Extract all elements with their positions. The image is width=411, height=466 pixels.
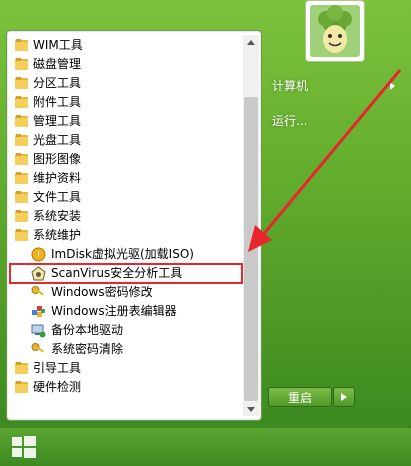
folder-icon <box>15 58 28 70</box>
key-icon <box>31 285 46 300</box>
folder-icon <box>15 381 28 393</box>
imdisk-icon: ! <box>31 247 46 262</box>
folder-icon <box>15 153 28 165</box>
windows-logo-icon <box>12 436 36 458</box>
folder-label: 附件工具 <box>33 95 82 109</box>
scroll-thumb[interactable] <box>244 97 258 401</box>
programs-list: WIM工具 磁盘管理 分区工具 附件工具 管理工具 光盘工具 图形图像 维护资料… <box>6 30 262 421</box>
svg-text:!: ! <box>37 251 41 261</box>
folder-icon <box>15 77 28 89</box>
submenu-arrow-icon <box>390 82 395 90</box>
folder-icon <box>15 210 28 222</box>
folder-label: 文件工具 <box>33 190 82 204</box>
folder-icon <box>15 115 28 127</box>
program-label: 系统密码清除 <box>51 342 124 356</box>
computer-menu-item[interactable]: 计算机 <box>272 77 308 94</box>
folder-label: 图形图像 <box>33 152 82 166</box>
restart-button[interactable]: 重启 <box>268 387 332 407</box>
scroll-down-button[interactable] <box>243 402 259 416</box>
folder-label: WIM工具 <box>33 38 83 52</box>
run-menu-item[interactable]: 运行... <box>272 112 307 129</box>
selection-highlight-box <box>9 263 243 284</box>
key-icon <box>31 342 46 357</box>
folder-icon <box>15 96 28 108</box>
chevron-right-icon <box>341 393 347 401</box>
folder-icon <box>15 191 28 203</box>
scrollbar[interactable] <box>243 35 259 416</box>
folder-label: 引导工具 <box>33 361 82 375</box>
program-label: Windows密码修改 <box>51 285 153 299</box>
folder-icon <box>15 39 28 51</box>
folder-icon <box>15 172 28 184</box>
folder-label: 系统安装 <box>33 209 82 223</box>
folder-label: 磁盘管理 <box>33 57 82 71</box>
folder-label: 硬件检测 <box>33 380 82 394</box>
folder-label: 维护资料 <box>33 171 82 185</box>
program-label: 备份本地驱动 <box>51 323 124 337</box>
taskbar <box>0 428 411 466</box>
folder-label: 系统维护 <box>33 228 82 242</box>
regedit-icon <box>31 304 46 319</box>
user-avatar[interactable] <box>305 0 365 62</box>
program-label: ImDisk虚拟光驱(加载ISO) <box>51 247 194 261</box>
start-button[interactable] <box>10 434 38 460</box>
folder-label: 分区工具 <box>33 76 82 90</box>
folder-icon <box>15 229 28 241</box>
program-label: Windows注册表编辑器 <box>51 304 177 318</box>
scroll-up-button[interactable] <box>243 35 259 49</box>
folder-icon <box>15 362 28 374</box>
chevron-up-icon <box>247 39 255 45</box>
power-options-button[interactable] <box>333 387 355 407</box>
backup-driver-icon <box>31 323 46 338</box>
folder-label: 管理工具 <box>33 114 82 128</box>
user-avatar-icon <box>310 5 360 57</box>
folder-icon <box>15 134 28 146</box>
folder-label: 光盘工具 <box>33 133 82 147</box>
start-menu-panel: WIM工具 磁盘管理 分区工具 附件工具 管理工具 光盘工具 图形图像 维护资料… <box>0 0 411 428</box>
chevron-down-icon <box>247 406 255 412</box>
